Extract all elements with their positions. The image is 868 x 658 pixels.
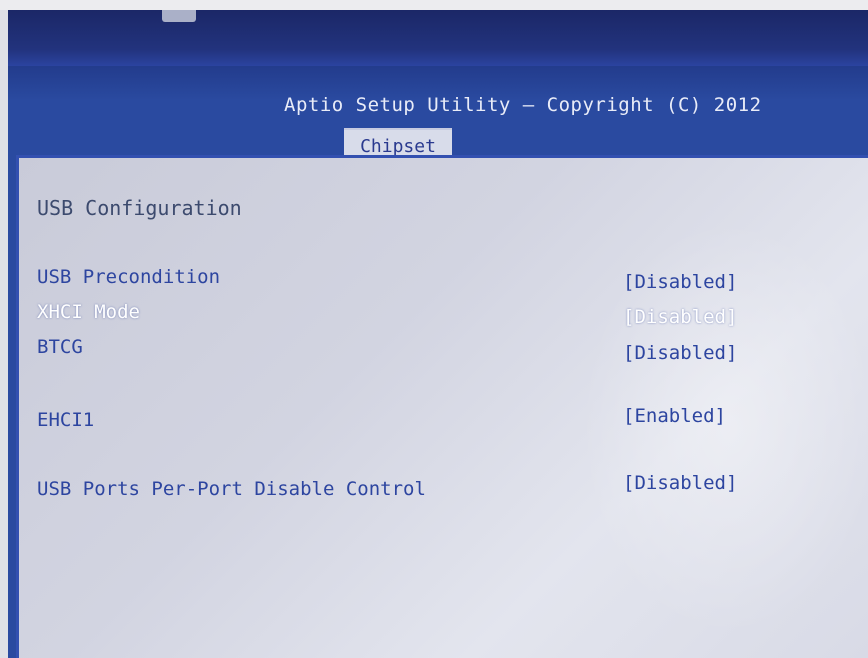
setting-value-usb-ports-per-port[interactable]: [Disabled]: [623, 472, 737, 494]
setting-label-xhci-mode[interactable]: XHCI Mode: [37, 301, 140, 323]
setting-value-btcg[interactable]: [Disabled]: [623, 342, 737, 364]
section-title: USB Configuration: [37, 196, 242, 220]
setting-label-btcg[interactable]: BTCG: [37, 336, 83, 358]
bios-screen: Aptio Setup Utility – Copyright (C) 2012…: [8, 10, 868, 658]
setting-value-usb-precondition[interactable]: [Disabled]: [623, 271, 737, 293]
setting-label-usb-ports-per-port[interactable]: USB Ports Per-Port Disable Control: [37, 478, 426, 500]
setup-title: Aptio Setup Utility – Copyright (C) 2012: [284, 94, 762, 116]
setting-label-ehci1[interactable]: EHCI1: [37, 409, 94, 431]
tab-stub: [162, 10, 196, 22]
setting-label-usb-precondition[interactable]: USB Precondition: [37, 266, 220, 288]
setting-value-xhci-mode[interactable]: [Disabled]: [623, 306, 737, 328]
settings-panel: USB Configuration USB Precondition [Disa…: [16, 155, 868, 658]
screen-top-strip: [0, 0, 868, 10]
setting-value-ehci1[interactable]: [Enabled]: [623, 405, 726, 427]
top-band: [8, 10, 868, 66]
